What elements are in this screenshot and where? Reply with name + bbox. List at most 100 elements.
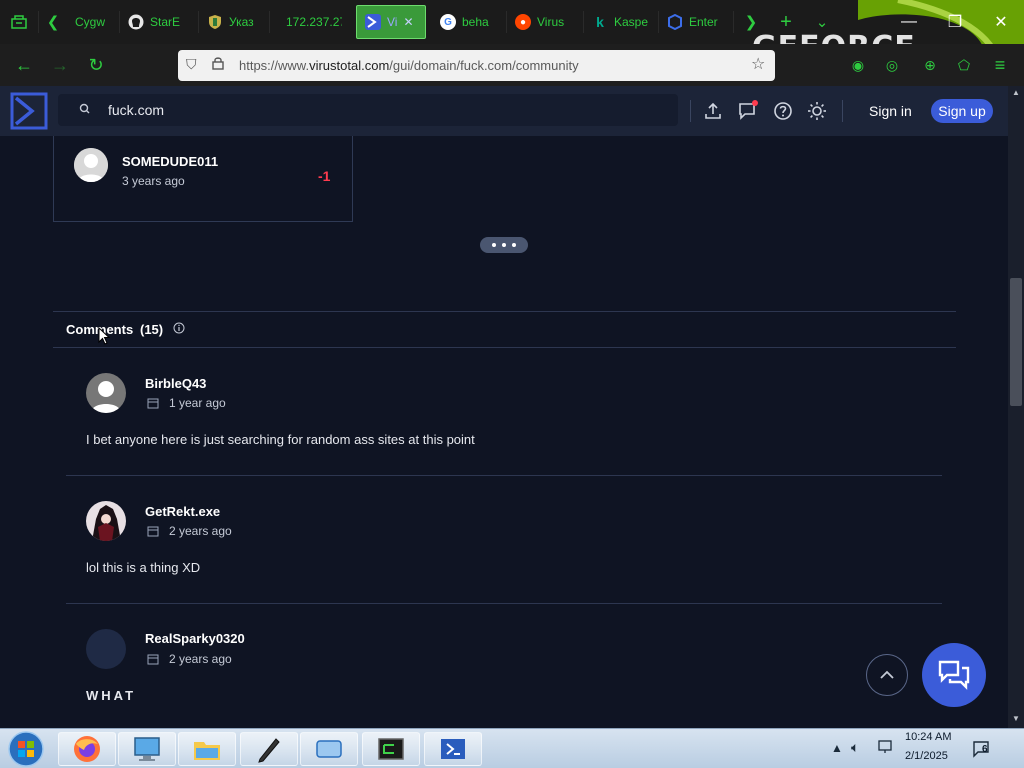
section-divider (53, 311, 956, 312)
vote-time: 3 years ago (122, 174, 185, 188)
window-app-icon (316, 740, 342, 758)
bookmark-star-icon[interactable]: ☆ (751, 54, 765, 74)
taskbar-remote-desktop[interactable] (118, 732, 176, 766)
comment-time: 2 years ago (169, 524, 232, 538)
tab-cygwin[interactable]: Cygw (67, 5, 119, 39)
taskbar-powershell[interactable] (424, 732, 482, 766)
show-hidden-icons-chevron-icon[interactable]: ▲ (831, 741, 843, 755)
tab-reddit[interactable]: ● Virus (507, 5, 583, 39)
tab-label: Указ (229, 15, 254, 29)
site-header: fuck.com Sign in Sign up (0, 86, 1008, 136)
enterprise-icon (667, 14, 683, 30)
comment-item: RealSparky0320 2 years ago WHAT (66, 604, 942, 728)
taskbar-firefox[interactable] (58, 732, 116, 766)
shield-icon (207, 14, 223, 30)
search-input[interactable]: fuck.com (58, 94, 678, 126)
tab-label: Kaspe (614, 15, 649, 29)
search-value: fuck.com (108, 102, 165, 118)
sign-up-button[interactable]: Sign up (931, 99, 993, 123)
comment-username[interactable]: GetRekt.exe (145, 504, 220, 519)
monitor-icon (134, 737, 160, 761)
theme-toggle-sun-icon[interactable] (806, 100, 828, 122)
chat-bubbles-icon (938, 660, 970, 690)
tab-label: Virus (537, 15, 565, 29)
comment-username[interactable]: BirbleQ43 (145, 376, 206, 391)
anime-avatar-icon (86, 501, 126, 541)
tab-virustotal-active[interactable]: Vi ✕ (356, 5, 426, 39)
pen-icon (258, 738, 280, 763)
tab-actions-icon[interactable] (0, 0, 38, 44)
default-user-icon (74, 148, 108, 182)
calendar-icon (147, 398, 159, 409)
url-host: virustotal.com (309, 58, 390, 73)
chat-button[interactable] (922, 643, 986, 707)
load-more-button[interactable] (480, 237, 528, 253)
kaspersky-icon: k (596, 14, 604, 30)
upload-icon[interactable] (702, 100, 724, 122)
calendar-icon (147, 526, 159, 537)
forward-arrow-icon[interactable]: → (48, 53, 72, 77)
virustotal-logo-icon[interactable] (10, 92, 48, 130)
lock-icon[interactable] (212, 56, 224, 73)
shield-tracking-icon[interactable]: ⛉ (186, 56, 197, 73)
extension-icon-2[interactable]: ◎ (880, 53, 904, 77)
tab-kaspersky[interactable]: k Kaspe (584, 5, 658, 39)
scroll-up-arrow-icon[interactable]: ▲ (1008, 86, 1024, 100)
reload-icon[interactable]: ↻ (84, 53, 108, 77)
extension-icon-1[interactable]: ◉ (846, 53, 870, 77)
tab-ukaz[interactable]: Указ (199, 5, 269, 39)
avatar[interactable] (86, 373, 126, 413)
help-icon[interactable] (772, 100, 794, 122)
google-icon: G (440, 14, 456, 30)
taskbar-terminal[interactable] (362, 732, 420, 766)
extension-icon-4[interactable]: ⬠ (952, 53, 976, 77)
taskbar-pen-app[interactable] (240, 732, 298, 766)
back-arrow-icon[interactable]: ← (12, 53, 36, 77)
scroll-to-top-button[interactable] (866, 654, 908, 696)
comments-count: (15) (140, 322, 164, 337)
tab-google[interactable]: G beha (432, 5, 506, 39)
comment-time: 1 year ago (169, 396, 226, 410)
maximize-window-icon[interactable]: ❐ (932, 0, 978, 44)
tabs-scroll-left-icon[interactable]: ❮ (39, 0, 67, 44)
tab-ip-address[interactable]: 172.237.27 (270, 5, 350, 39)
url-text[interactable]: https://www.virustotal.com/gui/domain/fu… (239, 58, 579, 73)
notifications-icon[interactable]: 6 (972, 740, 994, 758)
minimize-window-icon[interactable]: — (886, 0, 932, 44)
tab-label: Enter (689, 15, 718, 29)
volume-icon[interactable]: 🔈︎ (851, 739, 859, 756)
comment-username[interactable]: RealSparky0320 (145, 631, 245, 646)
info-icon[interactable] (173, 322, 185, 334)
sign-in-link[interactable]: Sign in (869, 103, 912, 119)
vote-username[interactable]: SOMEDUDE011 (122, 154, 218, 169)
address-bar[interactable]: ⛉ https://www.virustotal.com/gui/domain/… (178, 50, 775, 81)
clock-date[interactable]: 2/1/2025 (905, 750, 948, 762)
virustotal-icon (365, 14, 381, 30)
default-user-icon (86, 373, 126, 413)
tab-label: StarE (150, 15, 181, 29)
page-scrollbar[interactable]: ▲ ▼ (1008, 86, 1024, 728)
search-icon (79, 103, 90, 114)
close-tab-icon[interactable]: ✕ (403, 15, 413, 29)
scroll-down-arrow-icon[interactable]: ▼ (1008, 712, 1024, 726)
tab-github[interactable]: StarE (120, 5, 198, 39)
taskbar-file-explorer[interactable] (178, 732, 236, 766)
scrollbar-thumb[interactable] (1010, 278, 1022, 406)
tab-enterprise[interactable]: Enter (659, 5, 733, 39)
avatar[interactable] (74, 148, 108, 182)
powershell-icon (441, 739, 465, 759)
network-icon[interactable] (877, 740, 893, 757)
comment-text: lol this is a thing XD (86, 560, 201, 575)
tab-label: Cygw (75, 15, 106, 29)
close-window-icon[interactable]: ✕ (978, 0, 1024, 44)
notifications-icon[interactable] (737, 100, 759, 122)
comment-text: I bet anyone here is just searching for … (86, 432, 475, 447)
comment-item: GetRekt.exe 2 years ago lol this is a th… (66, 476, 942, 604)
avatar[interactable] (86, 501, 126, 541)
clock-time[interactable]: 10:24 AM (905, 731, 951, 743)
windows-start-icon[interactable] (6, 730, 46, 768)
taskbar-app-window[interactable] (300, 732, 358, 766)
extension-icon-3[interactable]: ⊕ (918, 53, 942, 77)
app-menu-icon[interactable]: ≡ (988, 53, 1012, 77)
avatar[interactable] (86, 629, 126, 669)
